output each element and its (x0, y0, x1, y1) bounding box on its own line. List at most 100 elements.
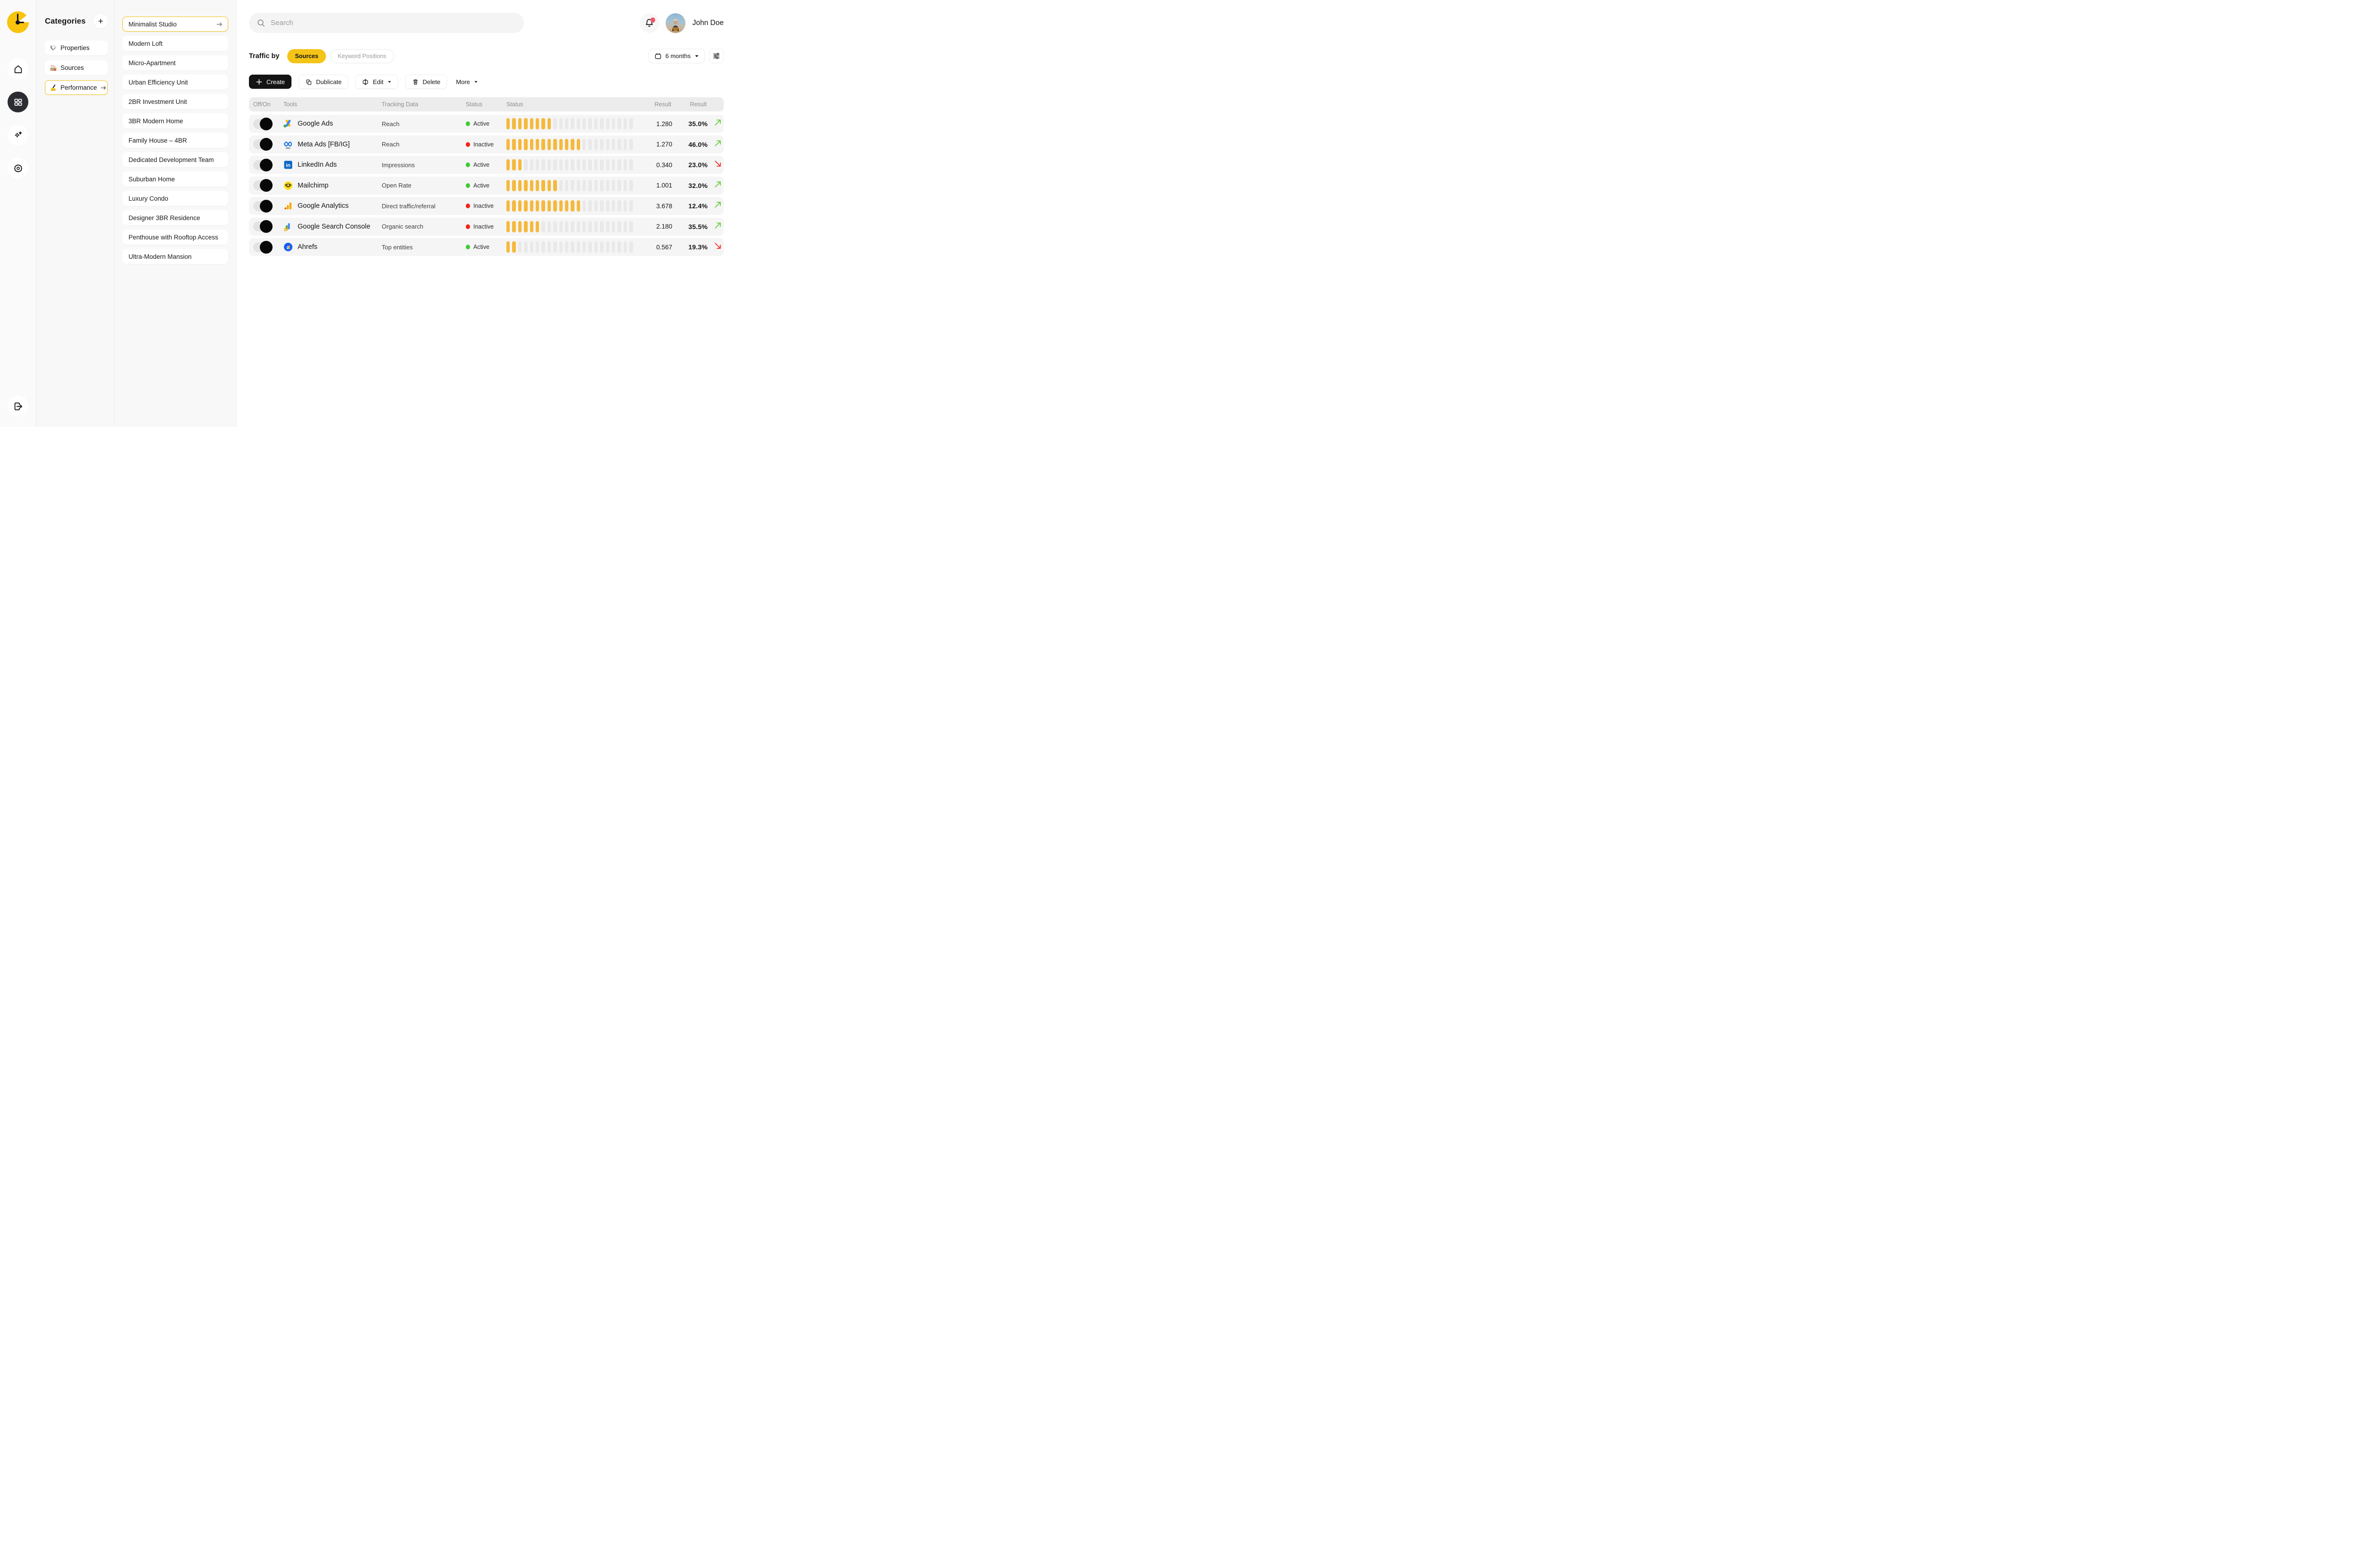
property-item[interactable]: Family House – 4BR (122, 133, 228, 148)
bar-segment (612, 200, 615, 212)
property-item[interactable]: Penthouse with Rooftop Access (122, 230, 228, 245)
delete-button[interactable]: Delete (405, 75, 447, 89)
property-label: Suburban Home (128, 176, 175, 183)
bar-segment (524, 139, 527, 150)
table-row[interactable]: Google Ads Reach Active 1.280 35.0% (249, 115, 724, 133)
table-row[interactable]: inLinkedIn Ads Impressions Active 0.340 … (249, 156, 724, 174)
add-category-button[interactable]: + (94, 14, 108, 28)
rail-button-sparkles[interactable] (8, 125, 28, 145)
bar-segment (617, 139, 621, 150)
property-item[interactable]: 2BR Investment Unit (122, 94, 228, 109)
bar-segment (565, 139, 568, 150)
status-bar-meter (502, 180, 638, 191)
property-item[interactable]: Designer 3BR Residence (122, 210, 228, 225)
create-button[interactable]: Create (249, 75, 291, 89)
property-item[interactable]: Micro-Apartment (122, 55, 228, 70)
bar-segment (571, 159, 574, 170)
off-on-toggle[interactable] (253, 138, 273, 151)
property-item[interactable]: Modern Loft (122, 36, 228, 51)
category-item-performance[interactable]: Performance (45, 80, 108, 95)
logout-button[interactable] (8, 396, 28, 417)
bar-segment (612, 159, 615, 170)
bar-segment (518, 221, 522, 232)
result-value: 1.001 (638, 182, 672, 189)
edit-button[interactable]: Edit (355, 75, 398, 89)
bar-segment (559, 139, 563, 150)
table-row[interactable]: Google Analytics Direct traffic/referral… (249, 197, 724, 215)
search-input[interactable] (271, 19, 516, 27)
linkedin-icon: in (283, 160, 293, 170)
search-bar[interactable] (249, 13, 524, 33)
bar-segment (600, 241, 603, 253)
category-item-properties[interactable]: Properties (45, 41, 108, 55)
status-label: Active (473, 182, 489, 189)
bar-segment (518, 200, 522, 212)
period-value: 6 months (666, 52, 691, 60)
rail-button-home[interactable] (8, 59, 28, 79)
property-item[interactable]: Luxury Condo (122, 191, 228, 206)
bar-segment (582, 118, 586, 129)
category-item-sources[interactable]: Sources (45, 60, 108, 75)
bar-segment (524, 118, 527, 129)
bar-segment (536, 118, 539, 129)
bar-segment (541, 139, 545, 150)
rail-button-apps-grid[interactable] (8, 92, 28, 112)
bar-segment (577, 200, 580, 212)
property-item[interactable]: Ultra-Modern Mansion (122, 249, 228, 264)
property-item[interactable]: 3BR Modern Home (122, 113, 228, 128)
bar-segment (559, 180, 563, 191)
off-on-toggle[interactable] (253, 179, 273, 192)
bar-segment (559, 241, 563, 253)
pill-sources[interactable]: Sources (287, 49, 325, 63)
table-row[interactable]: MetaMeta Ads [FB/IG] Reach Inactive 1.27… (249, 136, 724, 153)
table-row[interactable]: Google Search Console Organic search Ina… (249, 218, 724, 236)
bar-segment (541, 159, 545, 170)
off-on-toggle[interactable] (253, 241, 273, 254)
bar-segment (588, 159, 591, 170)
notifications-button[interactable] (640, 13, 659, 33)
off-on-toggle[interactable] (253, 220, 273, 233)
bar-segment (617, 118, 621, 129)
logout-icon (13, 401, 23, 411)
bar-segment (530, 139, 533, 150)
pill-keyword-positions[interactable]: Keyword Positions (330, 49, 394, 63)
more-button[interactable]: More (454, 75, 480, 89)
bar-segment (512, 159, 515, 170)
category-label: Performance (60, 84, 97, 91)
calendar-icon (654, 52, 662, 60)
bar-segment (594, 118, 598, 129)
user-name: John Doe (693, 19, 724, 27)
bar-segment (565, 241, 568, 253)
period-dropdown[interactable]: 6 months (649, 49, 705, 63)
col-tracking-data: Tracking Data (377, 101, 462, 108)
property-item[interactable]: Dedicated Development Team (122, 152, 228, 167)
topbar: John Doe (249, 13, 724, 33)
trend-up-icon (714, 222, 722, 232)
bar-segment (518, 180, 522, 191)
factory-emoji-icon (50, 64, 57, 72)
off-on-toggle[interactable] (253, 200, 273, 213)
tracking-data: Organic search (377, 223, 462, 230)
bar-segment (571, 180, 574, 191)
table-row[interactable]: aAhrefs Top entities Active 0.567 19.3% (249, 238, 724, 256)
rail-button-settings-gear[interactable] (8, 158, 28, 179)
trend-down-icon (714, 242, 722, 252)
property-item[interactable]: Minimalist Studio (122, 17, 228, 32)
tool-name: Meta Ads [FB/IG] (298, 141, 350, 148)
property-item[interactable]: Suburban Home (122, 171, 228, 187)
table-row[interactable]: Mailchimp Open Rate Active 1.001 32.0% (249, 177, 724, 195)
filter-settings-button[interactable] (709, 49, 724, 63)
col-result-pct: Result (672, 101, 708, 108)
dublicate-button[interactable]: Dublicate (299, 75, 348, 89)
bar-segment (512, 241, 515, 253)
bar-segment (606, 241, 609, 253)
categories-title: Categories (45, 17, 86, 26)
off-on-toggle[interactable] (253, 118, 273, 130)
bar-segment (571, 139, 574, 150)
bar-segment (594, 200, 598, 212)
off-on-toggle[interactable] (253, 159, 273, 171)
user-avatar[interactable] (666, 13, 685, 33)
property-label: Micro-Apartment (128, 60, 176, 67)
tool-name: Mailchimp (298, 182, 328, 189)
property-item[interactable]: Urban Efficiency Unit (122, 75, 228, 90)
